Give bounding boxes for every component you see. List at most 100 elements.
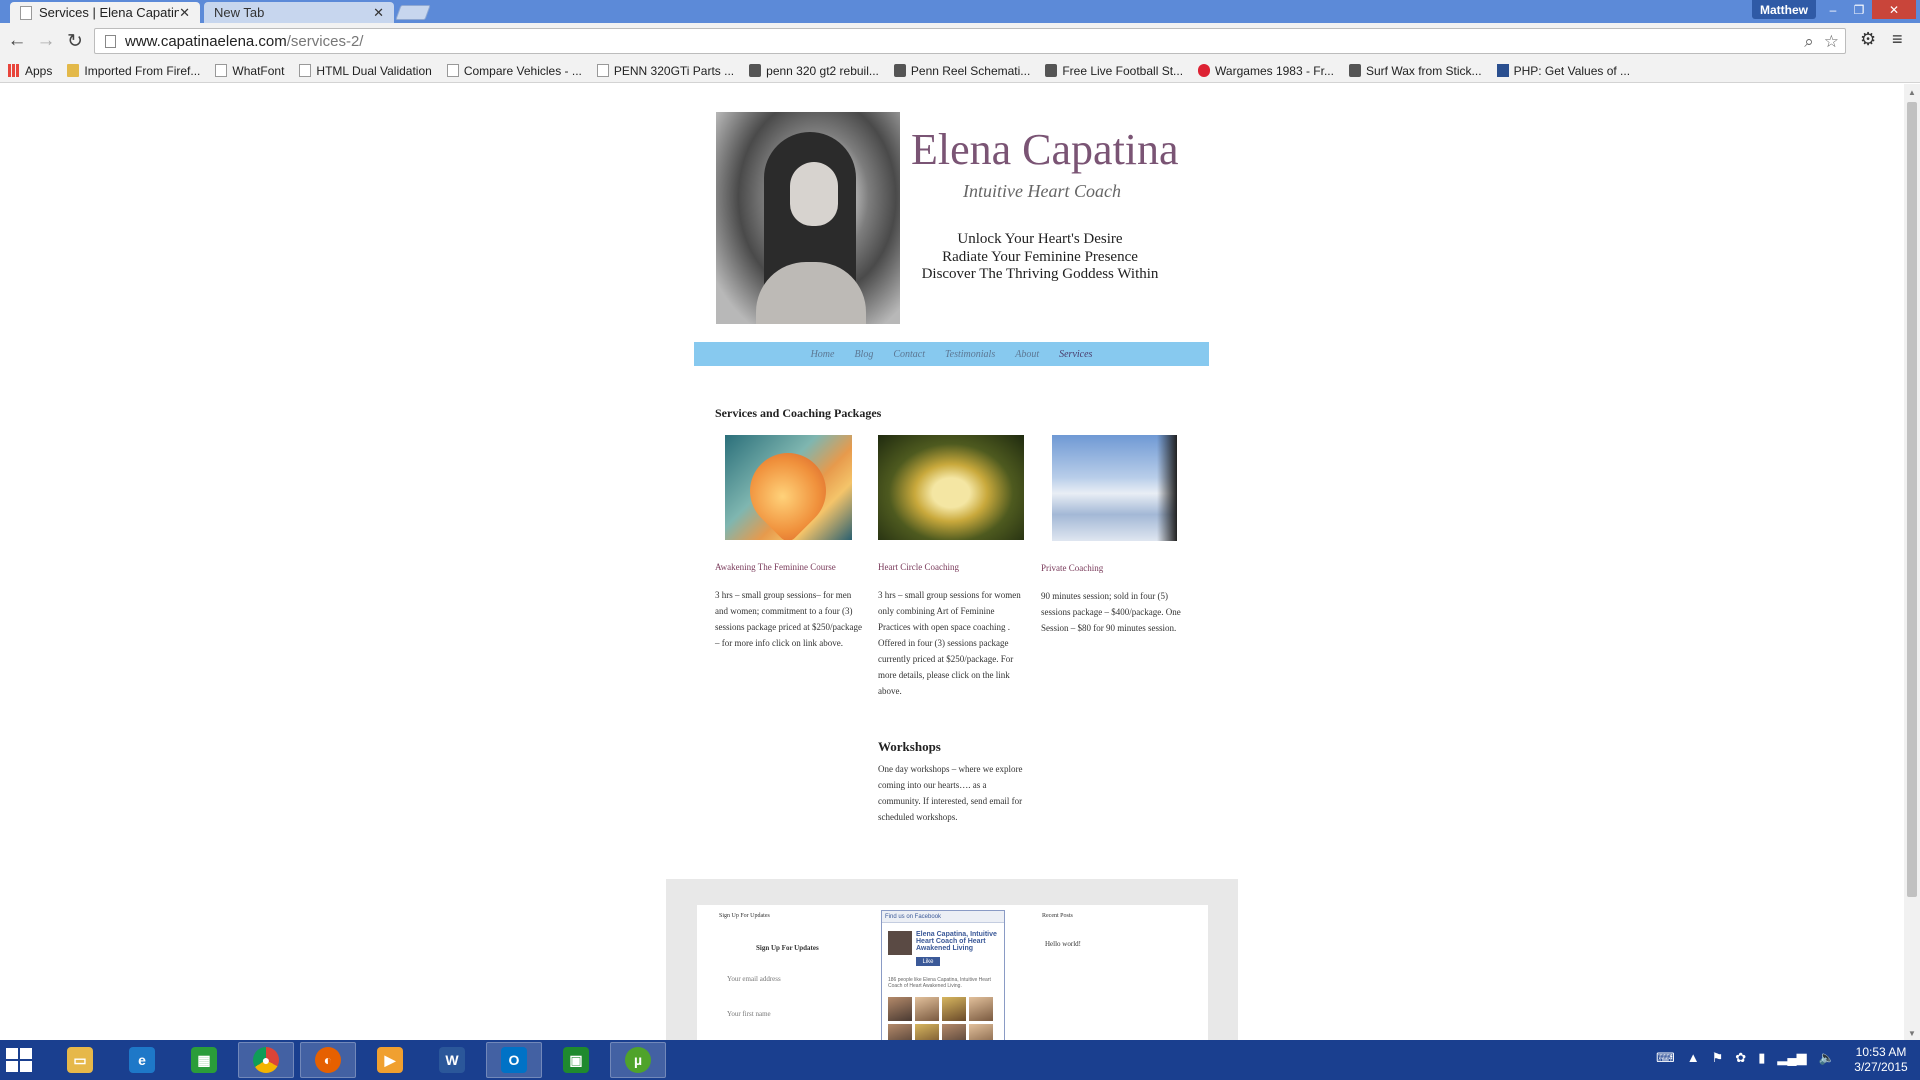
bookmark-item[interactable]: PENN 320GTi Parts ... <box>596 63 735 78</box>
scrollbar-thumb[interactable] <box>1907 102 1917 897</box>
bookmark-item[interactable]: HTML Dual Validation <box>299 64 432 78</box>
bookmark-item[interactable]: Penn Reel Schemati... <box>893 63 1031 78</box>
fan-avatar[interactable] <box>942 997 966 1021</box>
facebook-page-avatar[interactable] <box>888 931 912 955</box>
fan-avatar[interactable] <box>969 1024 993 1040</box>
profile-button[interactable]: Matthew <box>1752 0 1816 19</box>
scroll-down-icon[interactable]: ▼ <box>1908 1029 1916 1038</box>
internet-explorer-icon[interactable]: e <box>114 1042 170 1078</box>
bookmark-label: penn 320 gt2 rebuil... <box>766 63 879 78</box>
nav-blog[interactable]: Blog <box>854 349 873 360</box>
back-arrow-icon[interactable]: ← <box>5 29 29 53</box>
new-tab-button[interactable] <box>395 5 431 20</box>
fan-avatar[interactable] <box>969 997 993 1021</box>
address-bar[interactable]: www.capatinaelena.com/services-2/ ⌕ ☆ <box>94 28 1846 54</box>
url-path: /services-2/ <box>286 32 364 50</box>
bookmark-item[interactable]: Compare Vehicles - ... <box>446 64 582 78</box>
taskbar-clock[interactable]: 10:53 AM 3/27/2015 <box>1846 1045 1916 1075</box>
tab-new[interactable]: New Tab ✕ <box>204 2 394 23</box>
clock-time: 10:53 AM <box>1855 1045 1907 1059</box>
site-icon <box>1348 64 1361 77</box>
nav-about[interactable]: About <box>1015 349 1039 360</box>
tray-expand-icon[interactable]: ▲ <box>1687 1050 1700 1066</box>
close-window-button[interactable]: ✕ <box>1872 0 1916 19</box>
email-field[interactable]: Your email address <box>727 975 781 983</box>
first-name-field[interactable]: Your first name <box>727 1010 771 1018</box>
page-icon <box>299 64 312 77</box>
tab-services[interactable]: Services | Elena Capatina ✕ <box>10 2 200 23</box>
bookmark-label: PENN 320GTi Parts ... <box>613 63 735 78</box>
fc-icon <box>1496 64 1509 77</box>
nav-testimonials[interactable]: Testimonials <box>945 349 995 360</box>
facebook-like-button[interactable]: Like <box>916 957 940 966</box>
sky-clouds-image[interactable] <box>1052 435 1177 541</box>
network-icon[interactable]: ▂▄▆ <box>1777 1050 1806 1066</box>
service-link-heart-circle[interactable]: Heart Circle Coaching <box>878 562 959 572</box>
chrome-icon[interactable]: ● <box>238 1042 294 1078</box>
maximize-button[interactable]: ❐ <box>1846 0 1872 19</box>
flag-icon[interactable]: ⚑ <box>1712 1050 1724 1066</box>
windows-start-icon[interactable] <box>6 1048 32 1072</box>
bookmark-label: PHP: Get Values of ... <box>1513 63 1631 78</box>
store-icon[interactable]: ▦ <box>176 1042 232 1078</box>
facebook-page-name[interactable]: Elena Capatina, Intuitive Heart Coach of… <box>916 931 1002 952</box>
close-tab-icon[interactable]: ✕ <box>179 5 190 21</box>
reload-icon[interactable]: ↻ <box>63 29 87 53</box>
bookmark-label: Free Live Football St... <box>1062 63 1184 78</box>
recent-posts-label: Recent Posts <box>1042 913 1073 919</box>
word-icon[interactable]: W <box>424 1042 480 1078</box>
service-link-awakening[interactable]: Awakening The Feminine Course <box>715 562 836 572</box>
bookmark-label: Penn Reel Schemati... <box>910 63 1031 78</box>
bookmark-item[interactable]: Free Live Football St... <box>1045 64 1183 78</box>
firefox-icon[interactable]: ◐ <box>300 1042 356 1078</box>
red-site-icon <box>1198 64 1211 77</box>
fan-avatar[interactable] <box>888 997 912 1021</box>
fan-avatar[interactable] <box>915 997 939 1021</box>
site-title[interactable]: Elena Capatina <box>911 124 1179 175</box>
page-icon <box>20 5 32 20</box>
forest-image[interactable] <box>878 435 1024 540</box>
media-player-icon[interactable]: ▶ <box>362 1042 418 1078</box>
nav-services[interactable]: Services <box>1059 349 1092 360</box>
utorrent-icon[interactable]: µ <box>610 1042 666 1078</box>
heart-wave-image[interactable] <box>725 435 852 540</box>
bookmark-item[interactable]: penn 320 gt2 rebuil... <box>749 64 879 78</box>
outlook-icon[interactable]: O <box>486 1042 542 1078</box>
fan-avatar[interactable] <box>888 1024 912 1040</box>
bookmark-folder[interactable]: Imported From Firef... <box>67 64 200 78</box>
system-tray: ⌨ ▲ ⚑ ✿ ▮ ▂▄▆ 🔈 <box>1656 1050 1835 1066</box>
bookmark-star-icon[interactable]: ☆ <box>1824 32 1839 52</box>
fan-avatar[interactable] <box>942 1024 966 1040</box>
nav-contact[interactable]: Contact <box>893 349 925 360</box>
battery-icon[interactable]: ▮ <box>1758 1050 1765 1066</box>
motto-line: Unlock Your Heart's Desire <box>957 231 1123 247</box>
minimize-button[interactable]: – <box>1820 0 1846 19</box>
bookmark-apps[interactable]: Apps <box>8 64 52 78</box>
tray-app-icon[interactable]: ✿ <box>1735 1050 1746 1066</box>
bookmark-item[interactable]: Surf Wax from Stick... <box>1348 64 1482 78</box>
scroll-up-icon[interactable]: ▲ <box>1908 88 1916 97</box>
bookmark-item[interactable]: WhatFont <box>215 64 284 78</box>
site-tagline: Intuitive Heart Coach <box>963 181 1121 201</box>
bookmark-item[interactable]: PHP: Get Values of ... <box>1496 63 1631 78</box>
service-link-private[interactable]: Private Coaching <box>1041 563 1103 573</box>
close-tab-icon[interactable]: ✕ <box>373 5 384 21</box>
forward-arrow-icon[interactable]: → <box>34 29 58 53</box>
file-explorer-icon[interactable]: ▭ <box>52 1042 108 1078</box>
gear-icon[interactable]: ⚙ <box>1860 29 1876 50</box>
bookmark-label: WhatFont <box>232 63 285 78</box>
fan-avatar[interactable] <box>915 1024 939 1040</box>
nav-home[interactable]: Home <box>811 349 835 360</box>
motto-line: Radiate Your Feminine Presence <box>942 248 1138 265</box>
volume-icon[interactable]: 🔈 <box>1819 1050 1835 1066</box>
facebook-widget-header: Find us on Facebook <box>882 911 1004 923</box>
search-icon[interactable]: ⌕ <box>1804 32 1814 52</box>
keyboard-icon[interactable]: ⌨ <box>1656 1050 1675 1066</box>
bookmark-item[interactable]: Wargames 1983 - Fr... <box>1198 64 1334 78</box>
green-app-icon[interactable]: ▣ <box>548 1042 604 1078</box>
menu-icon[interactable]: ≡ <box>1892 29 1903 50</box>
recent-post-link[interactable]: Hello world! <box>1045 940 1081 948</box>
page-scrollbar[interactable]: ▲ ▼ <box>1904 84 1920 1040</box>
tab-title: New Tab <box>214 5 265 20</box>
url-text[interactable]: www.capatinaelena.com/services-2/ <box>125 33 363 50</box>
